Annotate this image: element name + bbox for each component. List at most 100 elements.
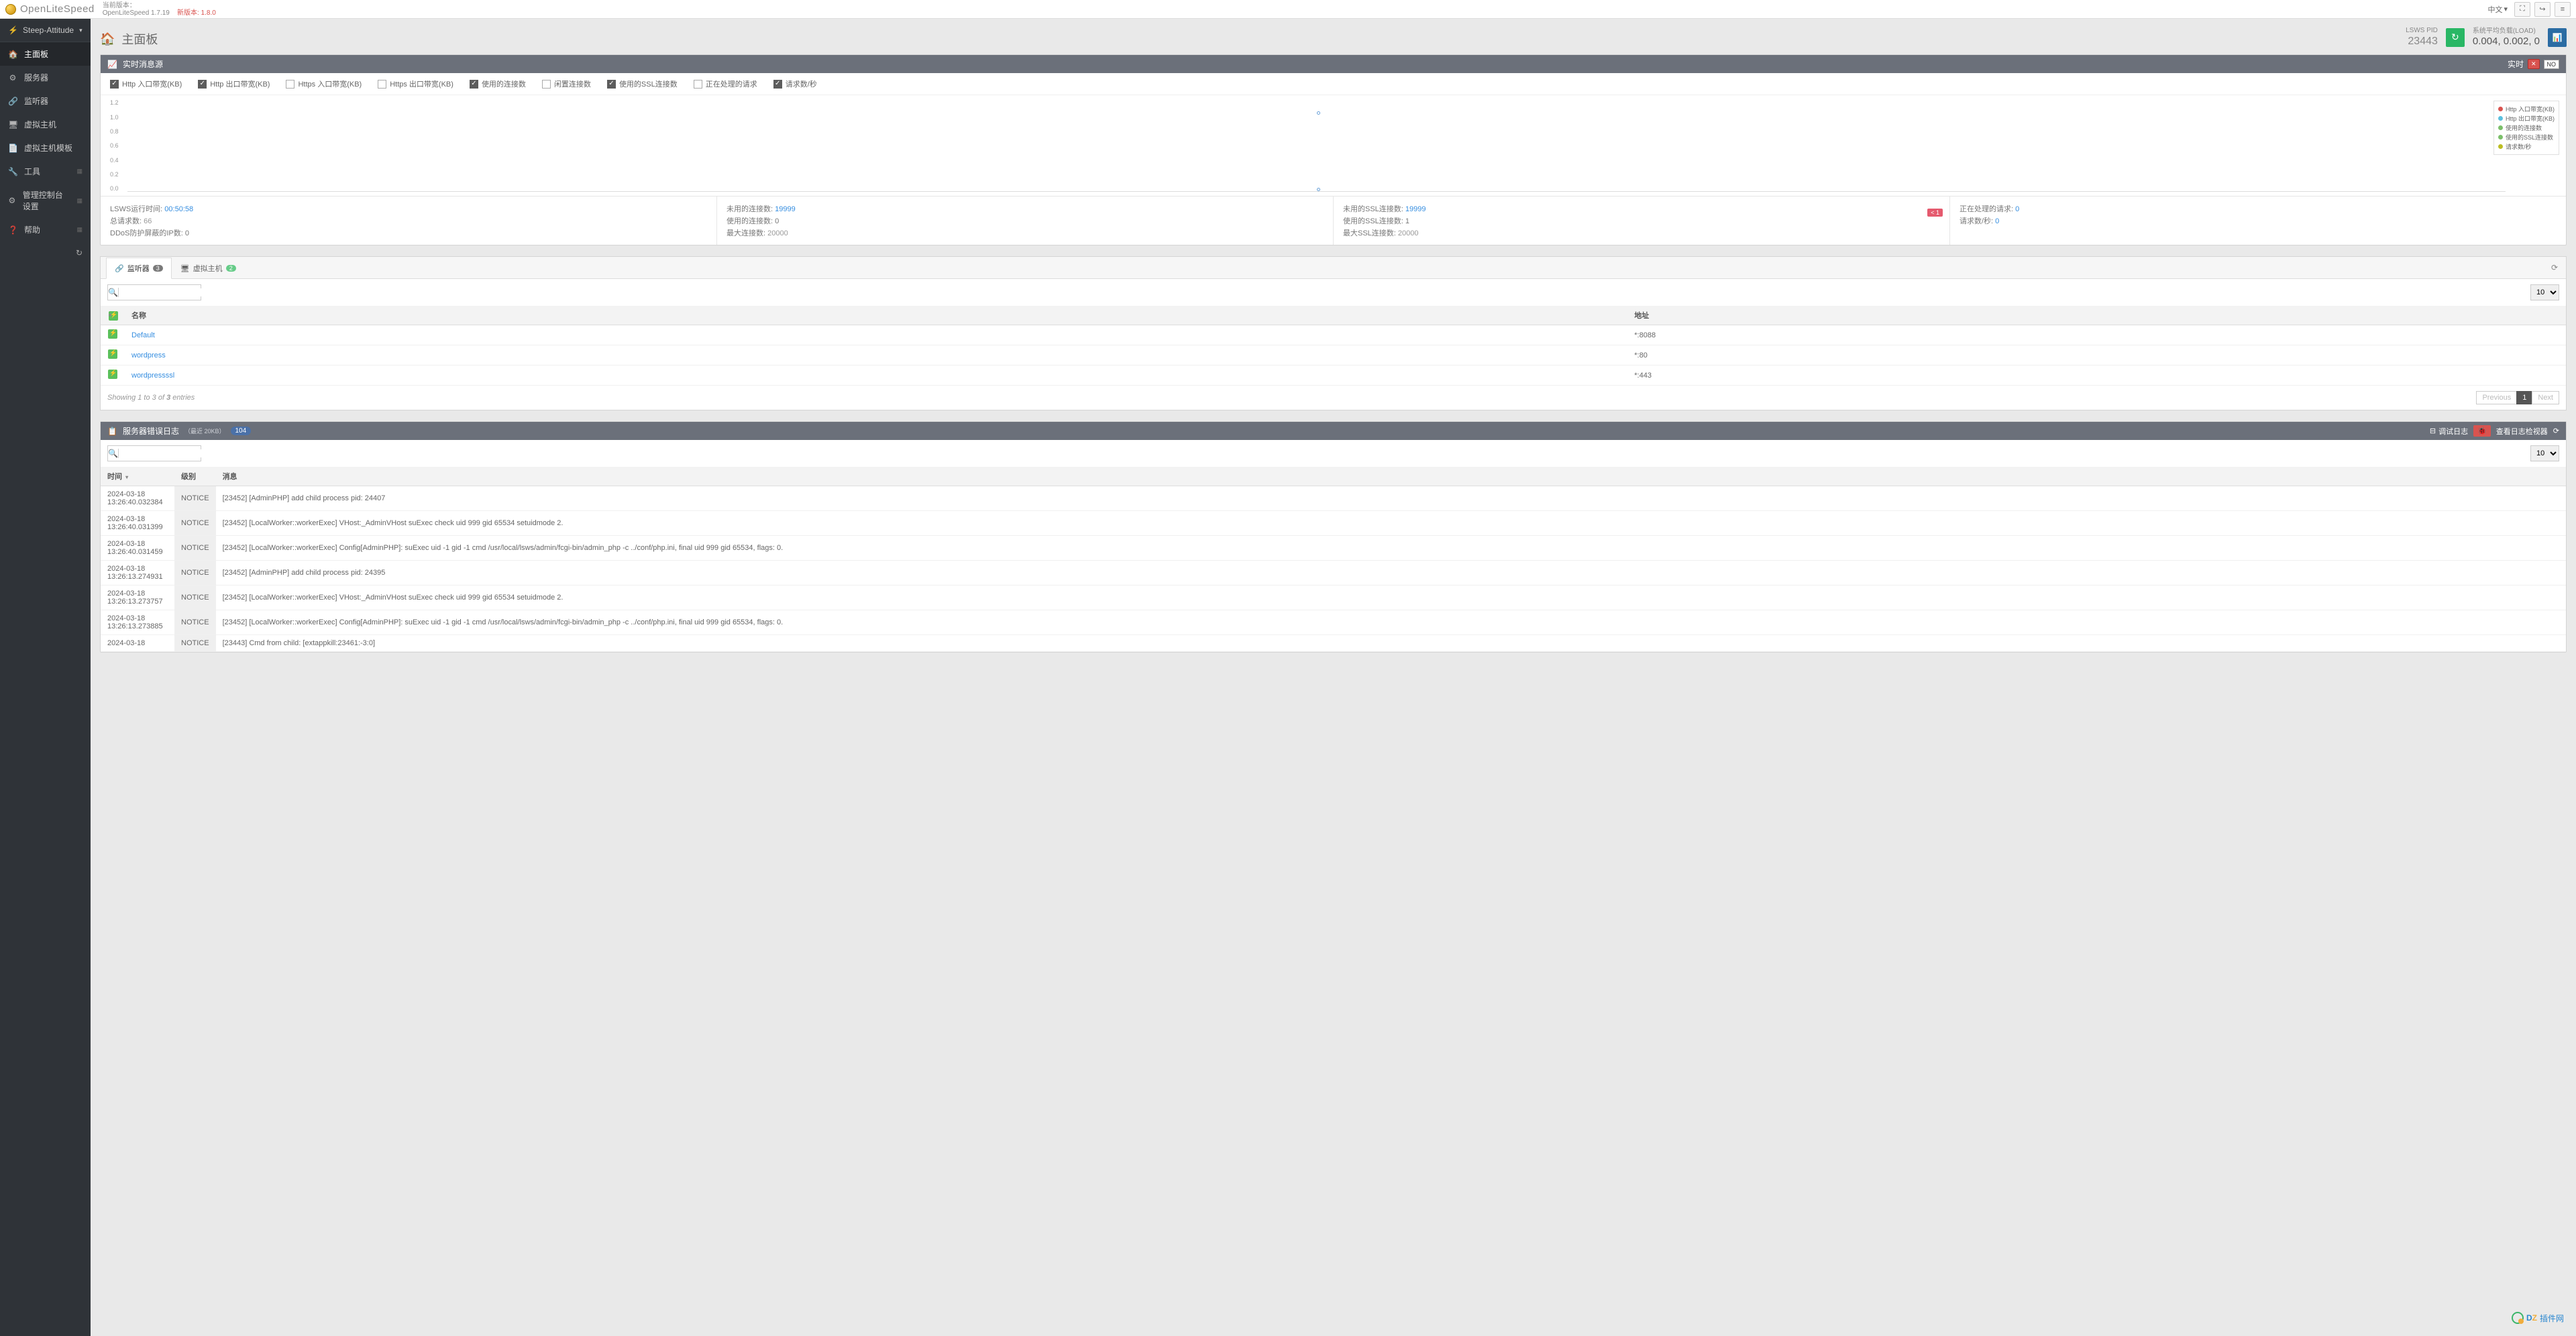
listeners-refresh-button[interactable]: ⟳ (2548, 260, 2561, 275)
menu-button[interactable]: ≡ (2555, 2, 2571, 17)
stat-value: 0 (2015, 205, 2019, 213)
metric-checkbox-5[interactable]: 闲置连接数 (542, 78, 591, 89)
metric-checkbox-4[interactable]: 使用的连接数 (470, 78, 526, 89)
page-title-row: 🏠 主面板 LSWS PID 23443 ↻ 系统平均负载(LOAD) 0.00… (100, 27, 2567, 48)
log-pagesize-select[interactable]: 10 (2530, 445, 2559, 461)
listener-link[interactable]: wordpress (131, 351, 166, 359)
col-message[interactable]: 消息 (216, 467, 2566, 486)
pager-page-1[interactable]: 1 (2516, 391, 2532, 404)
log-level-cell: NOTICE (174, 635, 216, 652)
sidebar-item-2[interactable]: 🔗监听器 (0, 89, 91, 113)
nav-icon: ⚙ (8, 73, 17, 82)
debug-log-toggle[interactable]: ⊟ 调试日志 (2430, 426, 2468, 437)
log-msg-cell: [23443] Cmd from child: [extappkill:2346… (216, 635, 2566, 652)
stat-value: 20000 (1398, 229, 1419, 237)
sidebar-refresh-button[interactable]: ↻ (0, 244, 91, 262)
listener-link[interactable]: Default (131, 331, 155, 339)
log-refresh-button[interactable]: ⟳ (2553, 427, 2559, 435)
pager-next[interactable]: Next (2532, 391, 2559, 404)
metric-checkbox-2[interactable]: Https 入口带宽(KB) (286, 78, 362, 89)
col-level[interactable]: 级别 (174, 467, 216, 486)
nav-label: 虚拟主机模板 (24, 142, 72, 154)
nav-label: 管理控制台设置 (23, 189, 70, 212)
log-time-cell: 2024-03-18 13:26:40.031459 (101, 536, 174, 561)
metric-checkbox-8[interactable]: 请求数/秒 (773, 78, 817, 89)
tab-label: 监听器 (127, 263, 150, 274)
metric-checkbox-1[interactable]: Http 出口带宽(KB) (198, 78, 270, 89)
stat-value: 0 (775, 217, 779, 225)
listener-link[interactable]: wordpressssl (131, 372, 174, 380)
stat-row: 正在处理的请求: 0 (1960, 203, 2557, 214)
graceful-restart-button[interactable]: ↻ (2446, 28, 2465, 47)
checkbox-icon (694, 80, 702, 89)
y-tick: 1.0 (110, 114, 126, 121)
debug-log-danger-button[interactable]: 🐞 (2473, 425, 2491, 437)
sidebar-item-1[interactable]: ⚙ 服务器 (0, 66, 91, 89)
chart-legend: Http 入口带宽(KB)Http 出口带宽(KB)使用的连接数使用的SSL连接… (2493, 101, 2559, 155)
col-address[interactable]: 地址 (1627, 306, 2553, 325)
listeners-pagesize[interactable]: 10 (2530, 284, 2559, 300)
sidebar-item-4[interactable]: 📄虚拟主机模板 (0, 136, 91, 160)
logout-button[interactable]: ↪ (2534, 2, 2551, 17)
chart-point (1317, 111, 1320, 115)
log-level-cell: NOTICE (174, 561, 216, 586)
pid-label: LSWS PID (2406, 27, 2438, 35)
checkbox-icon (607, 80, 616, 89)
listeners-search[interactable]: 🔍 (107, 284, 201, 300)
expand-icon: ▦ (76, 168, 83, 175)
realtime-panel-title: 实时消息源 (123, 58, 163, 70)
chevron-down-icon: ▾ (2504, 5, 2508, 13)
listeners-pagesize-select[interactable]: 10 (2530, 284, 2559, 300)
bars-icon: ≡ (2561, 5, 2565, 13)
sidebar-item-3[interactable]: 🖥虚拟主机 (0, 113, 91, 136)
stat-row: 最大SSL连接数: 20000 (1343, 227, 1940, 238)
server-selector[interactable]: ⚡ Steep-Attitude ▾ (0, 19, 91, 42)
language-label: 中文 (2487, 4, 2502, 15)
pager-prev[interactable]: Previous (2476, 391, 2517, 404)
log-search[interactable]: 🔍 (107, 445, 201, 461)
sidebar-item-0[interactable]: 🏠主面板 (0, 42, 91, 66)
col-time[interactable]: 时间 ▾ (101, 467, 174, 486)
watermark-logo-icon (2512, 1312, 2524, 1324)
stats-summary-row: LSWS运行时间: 00:50:58总请求数: 66DDoS防护屏蔽的IP数: … (101, 196, 2566, 245)
name-cell: wordpressssl (125, 366, 1627, 386)
log-table: 时间 ▾ 级别 消息 2024-03-18 13:26:40.032384 NO… (101, 467, 2566, 652)
nav-label: 监听器 (24, 95, 48, 107)
fullscreen-button[interactable]: ⛶ (2514, 2, 2530, 17)
sidebar-item-7[interactable]: ❓帮助▦ (0, 218, 91, 241)
stat-value: 00:50:58 (164, 205, 193, 213)
realtime-stats-button[interactable]: 📊 (2548, 28, 2567, 47)
name-cell: wordpress (125, 345, 1627, 366)
stat-label: 正在处理的请求: (1960, 205, 2015, 213)
listeners-search-input[interactable] (119, 288, 219, 296)
log-msg-cell: [23452] [AdminPHP] add child process pid… (216, 486, 2566, 511)
tab-icon: 🖥 (180, 264, 190, 273)
y-tick: 0.8 (110, 128, 126, 135)
metric-checkbox-6[interactable]: 使用的SSL连接数 (607, 78, 678, 89)
stat-row: 使用的SSL连接数: 1 (1343, 215, 1940, 226)
log-panel-subtitle: （最近 20KB） (184, 427, 225, 435)
tab-0[interactable]: 🔗监听器3 (106, 258, 172, 279)
live-stop-button[interactable]: ✕ (2528, 59, 2540, 69)
ssl-badge: < 1 (1927, 209, 1943, 217)
tab-1[interactable]: 🖥虚拟主机2 (172, 258, 245, 279)
stat-row: LSWS运行时间: 00:50:58 (110, 203, 707, 214)
nav-label: 服务器 (24, 72, 48, 83)
col-name[interactable]: 名称 (125, 306, 1627, 325)
metric-checkbox-0[interactable]: Http 入口带宽(KB) (110, 78, 182, 89)
log-pagesize[interactable]: 10 (2530, 445, 2559, 461)
col-status[interactable]: ▴ (101, 306, 125, 325)
metric-checkbox-3[interactable]: Https 出口带宽(KB) (378, 78, 453, 89)
live-no-button[interactable]: NO (2544, 60, 2560, 69)
log-row: 2024-03-18 NOTICE [23443] Cmd from child… (101, 635, 2566, 652)
realtime-chart: 1.21.00.80.60.40.20.0 Http 入口带宽(KB)Http … (101, 95, 2566, 196)
log-viewer-link[interactable]: 查看日志检视器 (2496, 426, 2548, 437)
sidebar-item-6[interactable]: ⚙管理控制台设置▦ (0, 183, 91, 218)
nav-label: 工具 (24, 166, 40, 177)
legend-dot-icon (2498, 125, 2503, 130)
language-selector[interactable]: 中文 ▾ (2485, 3, 2510, 16)
sidebar-item-5[interactable]: 🔧工具▦ (0, 160, 91, 183)
expand-icon: ▦ (76, 197, 83, 205)
log-search-input[interactable] (119, 449, 219, 457)
metric-checkbox-7[interactable]: 正在处理的请求 (694, 78, 757, 89)
